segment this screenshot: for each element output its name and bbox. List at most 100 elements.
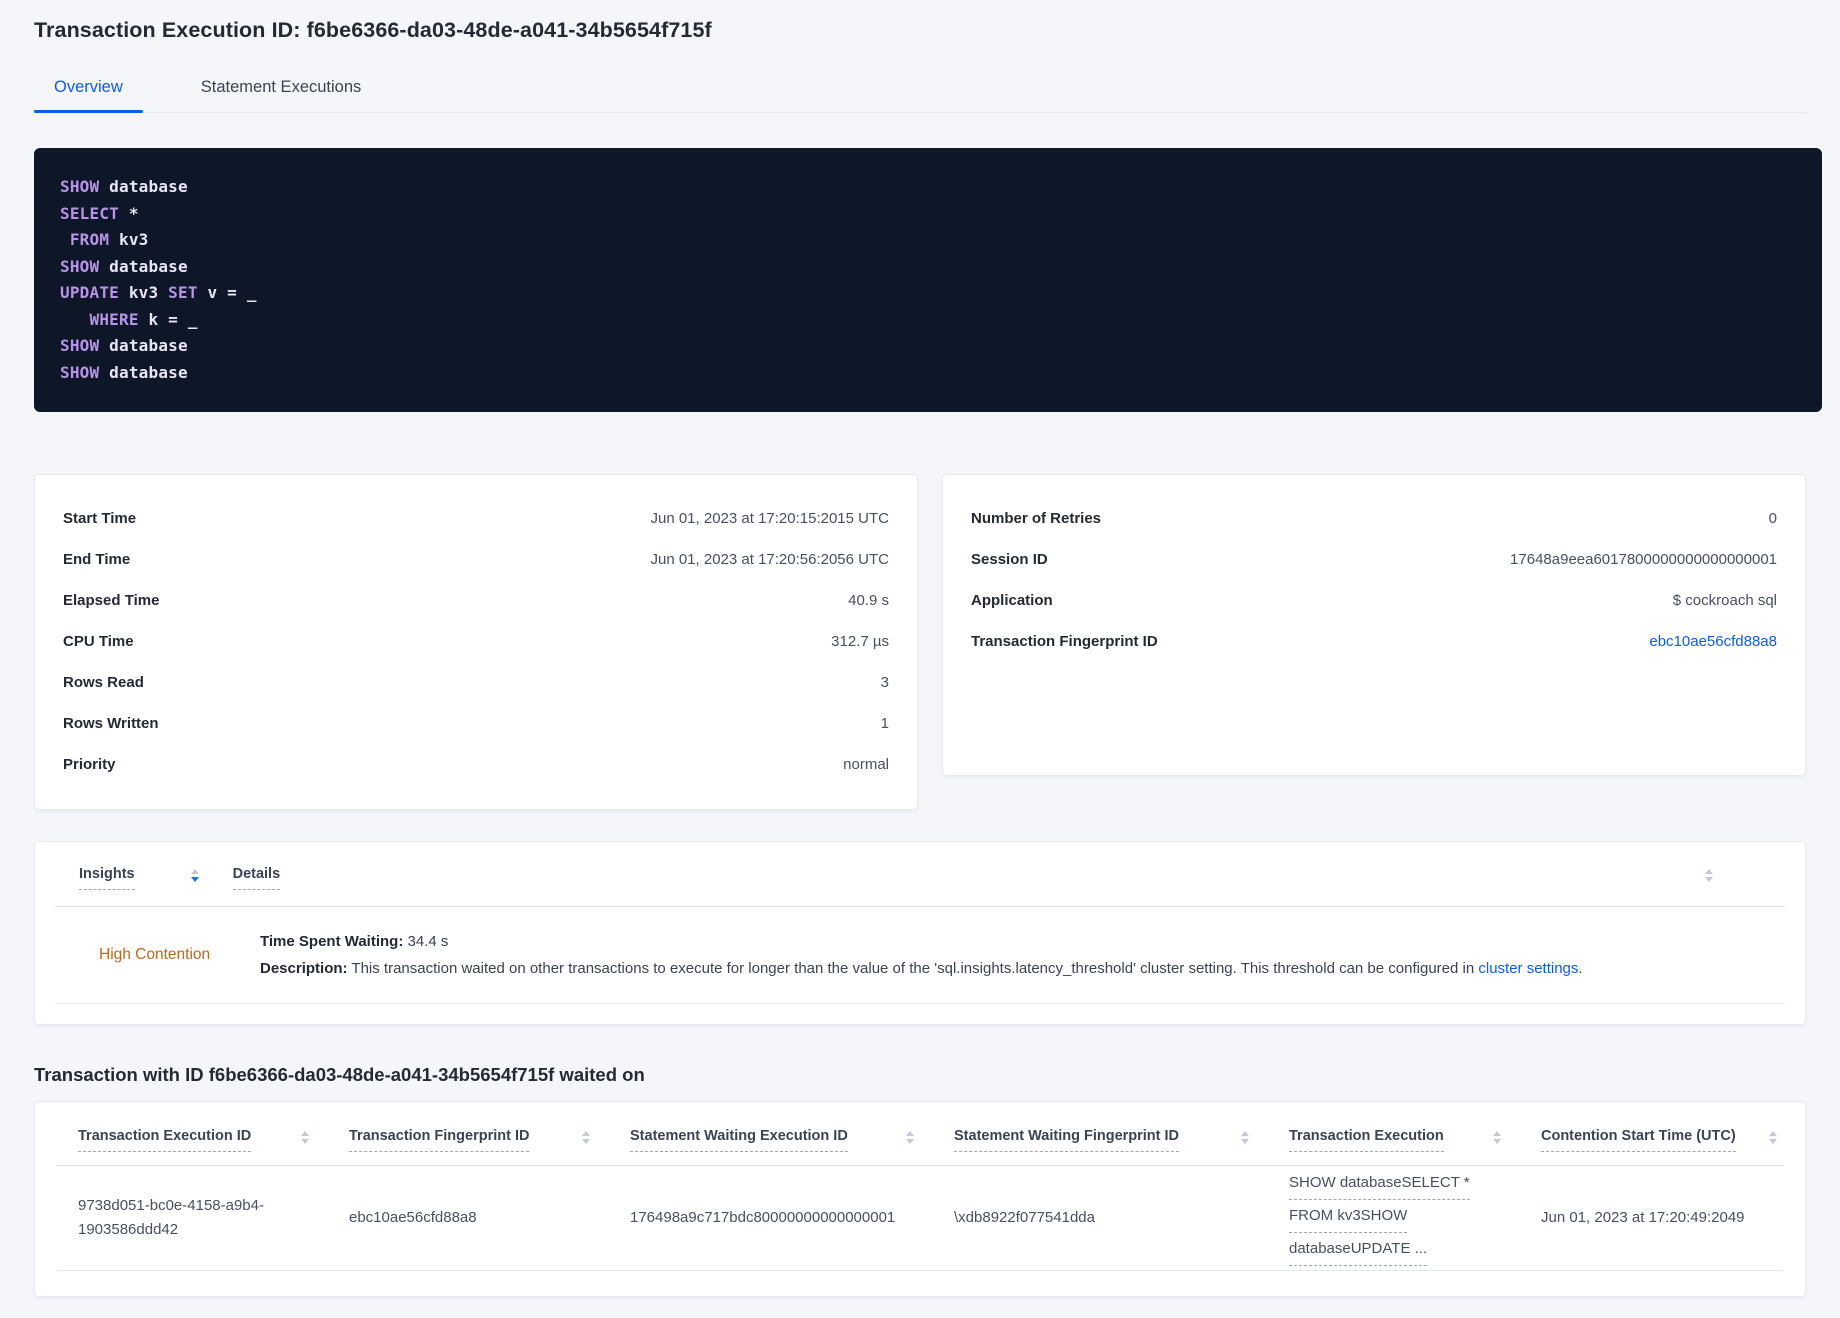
sort-icon[interactable] [582, 1131, 590, 1144]
sort-icon[interactable] [301, 1131, 309, 1144]
stat-label-cpu-time: CPU Time [63, 633, 134, 650]
transaction-execution-link[interactable]: SHOW databaseSELECT * [1289, 1171, 1470, 1200]
stat-value: Jun 01, 2023 at 17:20:56:2056 UTC [650, 551, 889, 568]
description-text: This transaction waited on other transac… [347, 960, 1479, 977]
stat-row: Start Time Jun 01, 2023 at 17:20:15:2015 … [63, 498, 889, 539]
cluster-settings-link[interactable]: cluster settings [1478, 960, 1578, 977]
sql-identifier [60, 310, 90, 329]
sort-icon[interactable] [1241, 1131, 1249, 1144]
arrow-down-icon [1493, 1139, 1501, 1144]
sql-keyword: SET [168, 283, 198, 302]
column-header-label[interactable]: Transaction Fingerprint ID [349, 1128, 530, 1152]
stat-value: Jun 01, 2023 at 17:20:15:2015 UTC [650, 510, 889, 527]
time-spent-waiting: Time Spent Waiting: 34.4 s [260, 933, 1583, 950]
column-header-label[interactable]: Contention Start Time (UTC) [1541, 1128, 1736, 1152]
sort-icon[interactable] [906, 1131, 914, 1144]
sort-icon[interactable] [190, 869, 199, 882]
stat-value: 17648a9eea6017800000000000000001 [1510, 551, 1777, 568]
stat-row: Rows Written 1 [63, 703, 889, 744]
stat-label-session-id: Session ID [971, 551, 1048, 568]
stat-label-rows-read: Rows Read [63, 674, 144, 691]
sql-line: FROM kv3 [60, 227, 1802, 254]
arrow-down-icon [906, 1139, 914, 1144]
transaction-details-page: Transaction Execution ID: f6be6366-da03-… [0, 0, 1840, 1318]
sql-line: WHERE k = _ [60, 307, 1802, 334]
stat-row: Number of Retries 0 [971, 498, 1777, 539]
sql-keyword: SELECT [60, 203, 119, 223]
waited-on-table: Transaction Execution ID Transaction Fing… [34, 1101, 1806, 1297]
transaction-timing-card: Start Time Jun 01, 2023 at 17:20:15:2015 … [34, 474, 918, 810]
sort-icon[interactable] [1705, 869, 1713, 882]
sql-keyword: UPDATE [60, 283, 119, 302]
page-title: Transaction Execution ID: f6be6366-da03-… [34, 18, 712, 42]
sql-line: UPDATE kv3 SET v = _ [60, 280, 1802, 307]
column-header-insights[interactable]: Insights [79, 866, 135, 890]
description-label: Description: [260, 960, 348, 977]
transaction-meta-card: Number of Retries 0 Session ID 17648a9eea60… [942, 474, 1806, 776]
column-header-statement-waiting-execution-id: Statement Waiting Execution ID [630, 1128, 954, 1152]
stat-value: 0 [1768, 510, 1777, 527]
arrow-up-icon [190, 869, 199, 874]
stat-label-start-time: Start Time [63, 510, 137, 527]
stat-value: 3 [880, 674, 889, 691]
stat-label-end-time: End Time [63, 551, 131, 568]
arrow-up-icon [1769, 1131, 1777, 1136]
sql-identifier: * [119, 203, 139, 223]
insights-table: Insights Details High Contention Time Sp… [34, 841, 1806, 1025]
sql-line: SHOW database [60, 254, 1802, 281]
column-header-label[interactable]: Transaction Execution ID [78, 1128, 252, 1152]
sql-identifier: database [99, 362, 188, 382]
tab-statement-executions[interactable]: Statement Executions [181, 70, 382, 112]
sql-keyword: SHOW [60, 256, 100, 276]
insight-details: Time Spent Waiting: 34.4 s Description: … [260, 933, 1583, 977]
column-header-contention-start-time-utc: Contention Start Time (UTC) [1541, 1128, 1783, 1152]
column-header-label[interactable]: Statement Waiting Fingerprint ID [954, 1128, 1180, 1152]
tab-overview[interactable]: Overview [34, 70, 143, 113]
sql-line: SHOW database [60, 333, 1802, 360]
cell-transaction-execution-lines: SHOW databaseSELECT * FROM kv3SHOW databas… [1289, 1171, 1541, 1266]
arrow-up-icon [1705, 869, 1713, 874]
sql-keyword: FROM [69, 230, 110, 249]
stat-label-elapsed-time: Elapsed Time [63, 592, 160, 609]
stat-row: Transaction Fingerprint ID ebc10ae56cfd88… [971, 621, 1777, 662]
stat-row: CPU Time 312.7 µs [63, 621, 889, 662]
stat-label-transaction-fingerprint-id: Transaction Fingerprint ID [971, 633, 1158, 650]
transaction-fingerprint-link[interactable]: ebc10ae56cfd88a8 [1649, 633, 1777, 650]
stat-value: $ cockroach sql [1672, 592, 1777, 609]
stat-row: Priority normal [63, 744, 889, 785]
sql-identifier: kv3 [109, 230, 149, 249]
time-spent-waiting-value: 34.4 s [403, 933, 449, 950]
insight-description: Description: This transaction waited on … [260, 960, 1583, 977]
description-suffix: . [1578, 960, 1583, 977]
transaction-execution-link[interactable]: FROM kv3SHOW [1289, 1204, 1408, 1233]
arrow-up-icon [582, 1131, 590, 1136]
stat-row: Elapsed Time 40.9 s [63, 580, 889, 621]
stat-row: Application $ cockroach sql [971, 580, 1777, 621]
sql-keyword: WHERE [89, 309, 139, 329]
arrow-down-icon [582, 1139, 590, 1144]
stat-label-application: Application [971, 592, 1053, 609]
sort-icon[interactable] [1493, 1131, 1501, 1144]
time-spent-waiting-label: Time Spent Waiting: [260, 933, 404, 950]
column-header-label[interactable]: Statement Waiting Execution ID [630, 1128, 848, 1152]
waited-on-heading: Transaction with ID f6be6366-da03-48de-a… [34, 1064, 645, 1085]
column-header-label[interactable]: Transaction Execution [1289, 1128, 1444, 1152]
transaction-execution-link[interactable]: databaseUPDATE ... [1289, 1237, 1428, 1266]
arrow-up-icon [1241, 1131, 1249, 1136]
cell-statement-waiting-execution-id: 176498a9c717bdc80000000000000001 [630, 1209, 896, 1226]
arrow-down-icon [1705, 877, 1713, 882]
arrow-up-icon [906, 1131, 914, 1136]
arrow-down-icon [1769, 1139, 1777, 1144]
cell-statement-waiting-fingerprint-id: \xdb8922f077541dda [954, 1209, 1095, 1226]
sql-identifier: database [99, 177, 188, 196]
high-contention-label: High Contention [99, 946, 211, 963]
column-header-details[interactable]: Details [232, 866, 281, 890]
cell-transaction-fingerprint-id: ebc10ae56cfd88a8 [349, 1209, 477, 1226]
stat-row: Session ID 17648a9eea60178000000000000000… [971, 539, 1777, 580]
sql-identifier: k = _ [138, 309, 198, 329]
column-header-transaction-execution: Transaction Execution [1289, 1128, 1541, 1152]
sort-icon[interactable] [1769, 1131, 1777, 1144]
stat-row: End Time Jun 01, 2023 at 17:20:56:2056 UT… [63, 539, 889, 580]
column-header-statement-waiting-fingerprint-id: Statement Waiting Fingerprint ID [954, 1128, 1289, 1152]
sql-identifier: v = _ [197, 283, 257, 302]
